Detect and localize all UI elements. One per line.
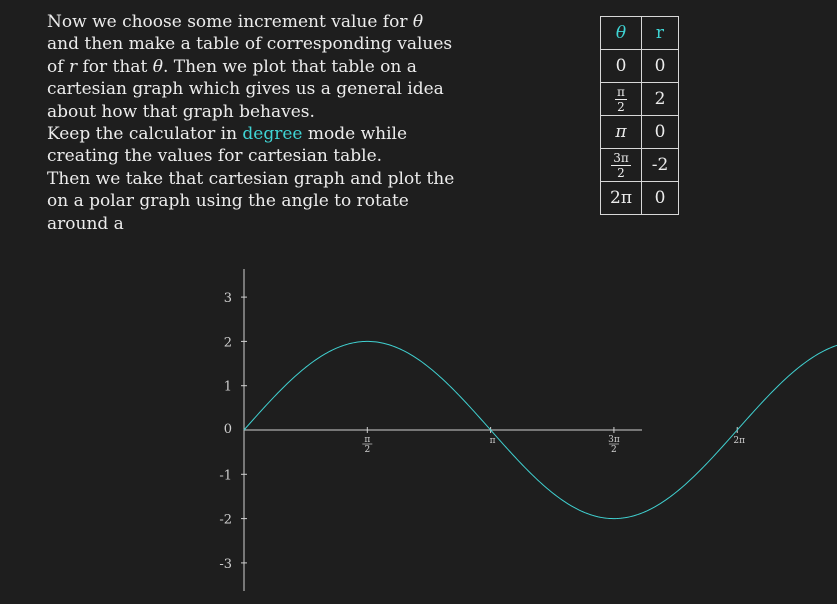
- x-tick-label: 2π: [733, 436, 745, 446]
- y-tick-label: -3: [219, 557, 232, 572]
- y-tick-label: 2: [224, 335, 232, 350]
- y-axis-ticks: 3 2 1 0 -1 -2 -3: [219, 291, 247, 572]
- x-tick-denominator: 2: [611, 445, 617, 455]
- y-tick-label: 0: [224, 422, 232, 437]
- y-tick-label: -2: [219, 513, 232, 528]
- y-tick-label: -1: [219, 468, 232, 483]
- y-tick-label: 3: [224, 291, 232, 306]
- x-tick-numerator: 3π: [608, 435, 620, 445]
- cartesian-graph: 3210-1-2-3 π2π 3π22π: [219, 269, 837, 591]
- graph-axes: [243, 269, 642, 591]
- x-axis-ticks: π2π 3π22π: [362, 427, 745, 455]
- x-tick-label: π: [490, 436, 496, 446]
- x-tick-denominator: 2: [364, 445, 370, 455]
- y-tick-label: 1: [224, 380, 232, 395]
- x-tick-numerator: π: [364, 435, 370, 445]
